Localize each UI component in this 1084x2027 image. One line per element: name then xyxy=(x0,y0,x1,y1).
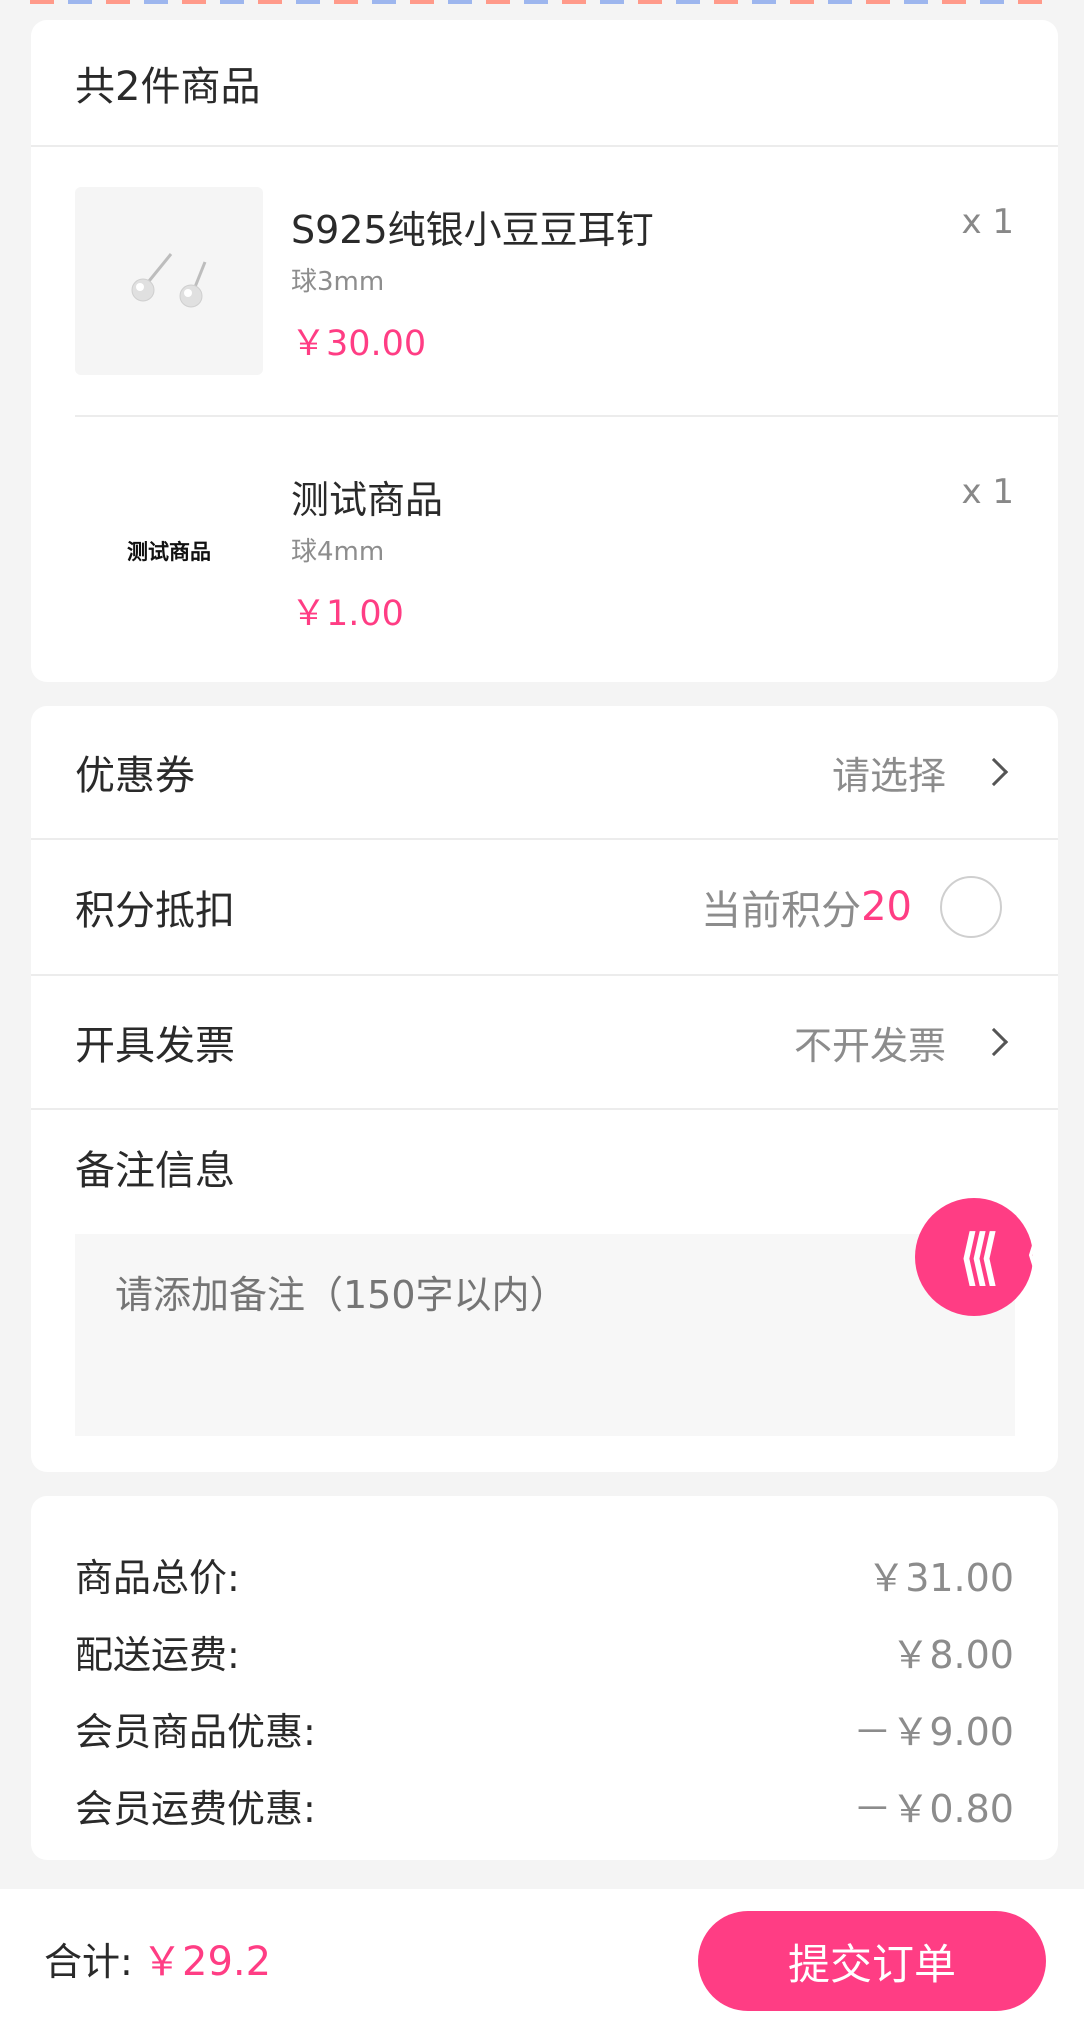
checkout-bar: 合计: ￥29.2 提交订单 xyxy=(0,1889,1084,2027)
chevron-right-icon xyxy=(979,1027,1009,1057)
remark-label: 备注信息 xyxy=(75,1148,235,1194)
product-price: ￥30.00 xyxy=(291,324,427,364)
summary-value: ￥8.00 xyxy=(891,1633,1014,1677)
product-name: 测试商品 xyxy=(291,478,444,522)
floating-back-button[interactable]: ⟨⟨⟨ xyxy=(915,1198,1033,1316)
coupon-label: 优惠券 xyxy=(75,753,195,799)
remark-input[interactable] xyxy=(75,1234,1015,1436)
price-summary-card: 商品总价: ￥31.00 配送运费: ￥8.00 会员商品优惠: －￥9.00 … xyxy=(31,1496,1058,1860)
product-image: 测试商品 xyxy=(75,457,263,645)
summary-value: －￥0.80 xyxy=(853,1787,1014,1831)
goods-item[interactable]: 测试商品 测试商品 球4mm ￥1.00 x 1 xyxy=(75,415,1058,682)
current-points-value: 20 xyxy=(861,884,912,930)
invoice-value: 不开发票 xyxy=(793,1023,946,1068)
product-spec: 球4mm xyxy=(291,537,385,567)
submit-order-button[interactable]: 提交订单 xyxy=(698,1911,1046,2011)
earring-product-image xyxy=(131,253,207,308)
total-amount: ￥29.2 xyxy=(142,1939,272,1985)
summary-row: 商品总价: ￥31.00 xyxy=(75,1536,1014,1613)
summary-value: －￥9.00 xyxy=(853,1710,1014,1754)
summary-label: 商品总价: xyxy=(75,1556,240,1600)
product-image xyxy=(75,187,263,375)
summary-label: 配送运费: xyxy=(75,1633,240,1677)
summary-label: 会员商品优惠: xyxy=(75,1710,316,1754)
goods-card: 共2件商品 S925纯银小豆豆耳钉 球3mm ￥30.00 x 1 测试商品 测… xyxy=(31,20,1058,682)
summary-value: ￥31.00 xyxy=(867,1556,1014,1600)
summary-row: 会员商品优惠: －￥9.00 xyxy=(75,1690,1014,1767)
points-deduction-label: 积分抵扣 xyxy=(75,888,235,934)
product-price: ￥1.00 xyxy=(291,594,404,634)
back-arrows-icon: ⟨⟨⟨ xyxy=(958,1221,999,1293)
product-quantity: x 1 xyxy=(961,202,1014,242)
total-label: 合计: xyxy=(44,1939,133,1984)
chevron-right-icon xyxy=(979,757,1009,787)
product-name: S925纯银小豆豆耳钉 xyxy=(291,208,654,252)
product-spec: 球3mm xyxy=(291,267,385,297)
summary-row: 配送运费: ￥8.00 xyxy=(75,1613,1014,1690)
summary-label: 会员运费优惠: xyxy=(75,1787,316,1831)
address-envelope-border xyxy=(30,0,1054,4)
order-options-card: 优惠券 请选择 积分抵扣 当前积分 20 开具发票 不开发票 备注信息 xyxy=(31,706,1058,1472)
summary-row: 会员运费优惠: －￥0.80 xyxy=(75,1767,1014,1844)
coupon-row[interactable]: 优惠券 请选择 xyxy=(31,706,1058,840)
invoice-label: 开具发票 xyxy=(75,1023,235,1069)
goods-count-header: 共2件商品 xyxy=(31,20,1058,147)
product-quantity: x 1 xyxy=(961,472,1014,512)
floating-edge-icon: ⟨ xyxy=(1026,1238,1038,1271)
radio-unchecked-icon[interactable] xyxy=(940,876,1002,938)
invoice-row[interactable]: 开具发票 不开发票 xyxy=(31,976,1058,1110)
current-points-label: 当前积分 xyxy=(701,888,862,934)
goods-item[interactable]: S925纯银小豆豆耳钉 球3mm ￥30.00 x 1 xyxy=(75,147,1058,415)
coupon-value: 请选择 xyxy=(831,753,946,798)
points-deduction-row: 积分抵扣 当前积分 20 xyxy=(31,840,1058,976)
